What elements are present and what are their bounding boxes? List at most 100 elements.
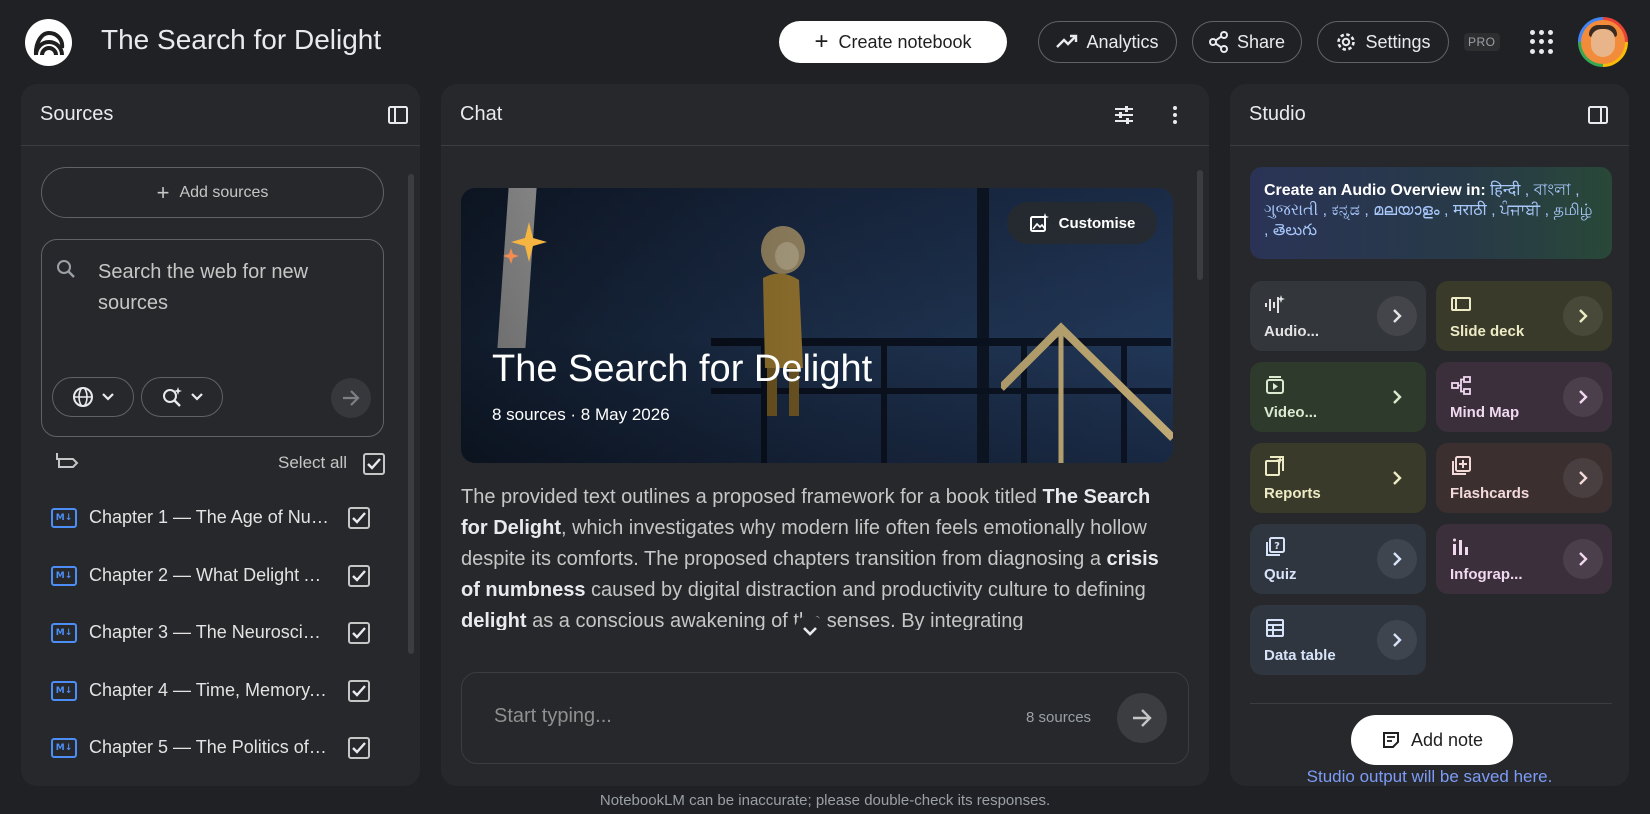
open-tile-button[interactable]: [1377, 296, 1417, 336]
source-label: Chapter 5 — The Politics of Delight: [89, 737, 329, 757]
chevron-right-icon: [1579, 471, 1588, 485]
notebooklm-logo-icon[interactable]: [25, 19, 72, 66]
source-checkbox[interactable]: [348, 679, 370, 702]
share-icon: [1208, 31, 1228, 53]
add-note-button[interactable]: Add note: [1351, 715, 1513, 765]
create-notebook-label: Create notebook: [838, 31, 972, 52]
scroll-down-button[interactable]: [794, 615, 826, 647]
studio-tile-flashcards[interactable]: Flashcards: [1436, 443, 1612, 513]
more-vert-icon[interactable]: [1164, 104, 1186, 126]
sparkle-icon: [503, 222, 547, 264]
globe-icon: [73, 387, 93, 407]
chat-header: Chat: [441, 84, 1209, 146]
check-icon: [352, 512, 366, 524]
check-icon: [352, 742, 366, 754]
settings-button[interactable]: Settings: [1317, 21, 1449, 63]
chat-scrollbar[interactable]: [1197, 170, 1203, 280]
source-item[interactable]: M↓ Chapter 5 — The Politics of Delight: [21, 722, 420, 780]
source-item[interactable]: M↓ Chapter 4 — Time, Memory, and Attenti…: [21, 665, 420, 723]
svg-text:?: ?: [1274, 541, 1280, 552]
source-checkbox[interactable]: [348, 737, 370, 759]
chevron-down-icon: [102, 393, 114, 401]
source-label: Chapter 3 — The Neuroscience of Delight: [89, 622, 329, 642]
open-tile-button[interactable]: [1377, 377, 1417, 417]
studio-tile-label: Audio...: [1264, 323, 1319, 340]
open-tile-button[interactable]: [1563, 539, 1603, 579]
customise-label: Customise: [1058, 214, 1136, 232]
sources-scrollbar[interactable]: [408, 174, 414, 654]
infographic-icon: [1453, 538, 1468, 555]
web-source-dropdown[interactable]: [52, 377, 134, 417]
share-button[interactable]: Share: [1192, 21, 1302, 63]
hero-title: The Search for Delight: [492, 348, 873, 390]
studio-tile-video[interactable]: Video...: [1250, 362, 1426, 432]
studio-tile-mindmap[interactable]: Mind Map: [1436, 362, 1612, 432]
open-tile-button[interactable]: [1563, 458, 1603, 498]
collapse-panel-icon[interactable]: [387, 104, 409, 126]
studio-saved-hint: Studio output will be saved here.: [1306, 767, 1553, 786]
chat-input[interactable]: Start typing...: [494, 705, 612, 728]
search-sparkle-icon: [163, 387, 182, 407]
studio-tile-infograp[interactable]: Infograp...: [1436, 524, 1612, 594]
source-checkbox[interactable]: [348, 622, 370, 644]
studio-tile-audio[interactable]: Audio...: [1250, 281, 1426, 351]
open-tile-button[interactable]: [1377, 539, 1417, 579]
share-label: Share: [1236, 31, 1286, 52]
chevron-right-icon: [1579, 390, 1588, 404]
add-sources-button[interactable]: + Add sources: [41, 167, 384, 218]
slides-icon: [1451, 297, 1471, 311]
studio-tile-slidedeck[interactable]: Slide deck: [1436, 281, 1612, 351]
select-all-checkbox[interactable]: [363, 453, 385, 475]
studio-panel: Studio Create an Audio Overview in: हिन्…: [1230, 84, 1629, 786]
open-tile-button[interactable]: [1377, 620, 1417, 660]
create-notebook-button[interactable]: + Create notebook: [779, 21, 1007, 63]
search-input[interactable]: Search the web for new sources: [98, 257, 358, 319]
source-checkbox[interactable]: [348, 507, 370, 529]
apps-grid-icon[interactable]: [1530, 30, 1554, 54]
open-tile-button[interactable]: [1563, 377, 1603, 417]
gear-icon: [1337, 33, 1356, 51]
studio-tile-reports[interactable]: Reports: [1250, 443, 1426, 513]
check-icon: [367, 458, 381, 470]
markdown-file-icon: M↓: [51, 508, 77, 528]
chat-composer[interactable]: Start typing... 8 sources: [461, 672, 1189, 764]
markdown-file-icon: M↓: [51, 623, 77, 643]
send-button[interactable]: [1117, 693, 1167, 743]
studio-tile-datatable[interactable]: Data table: [1250, 605, 1426, 675]
recent-sources-icon[interactable]: [53, 451, 79, 475]
source-item[interactable]: M↓ Chapter 2 — What Delight Actually Is: [21, 550, 420, 608]
chevron-right-icon: [1393, 309, 1402, 323]
chevron-right-icon: [1579, 309, 1588, 323]
collapse-panel-icon[interactable]: [1587, 104, 1609, 126]
analytics-button[interactable]: Analytics: [1038, 21, 1177, 63]
top-bar: The Search for Delight + Create notebook…: [0, 0, 1650, 84]
markdown-file-icon: M↓: [51, 565, 77, 586]
note-icon: [1382, 732, 1399, 748]
check-icon: [352, 627, 366, 639]
avatar[interactable]: [1578, 17, 1628, 67]
open-tile-button[interactable]: [1563, 296, 1603, 336]
chevron-right-icon: [1393, 633, 1402, 647]
studio-tile-quiz[interactable]: ? Quiz: [1250, 524, 1426, 594]
sources-header: Sources: [21, 84, 420, 146]
chat-title: Chat: [460, 103, 503, 125]
source-count-label: 8 sources: [1026, 709, 1092, 726]
add-note-label: Add note: [1410, 729, 1484, 750]
tune-settings-icon[interactable]: [1113, 104, 1135, 126]
search-submit-button[interactable]: [331, 378, 371, 418]
disclaimer-footer: NotebookLM can be inaccurate; please dou…: [599, 792, 1051, 809]
source-item[interactable]: M↓ Chapter 1 — The Age of Numbness: [21, 492, 420, 550]
customise-button[interactable]: Customise: [1007, 202, 1157, 244]
audio-overview-languages-banner[interactable]: Create an Audio Overview in: हिन्दी , বা…: [1250, 167, 1612, 259]
summary-text: The provided text outlines a proposed fr…: [461, 486, 1043, 508]
research-mode-dropdown[interactable]: [141, 377, 223, 417]
web-search-box[interactable]: Search the web for new sources: [41, 239, 384, 437]
summary-bold-text: delight: [461, 610, 527, 630]
studio-tile-label: Slide deck: [1450, 323, 1525, 340]
mind-map-icon: [1451, 376, 1471, 395]
open-tile-button[interactable]: [1377, 458, 1417, 498]
flashcards-icon: [1452, 456, 1471, 475]
notebook-title[interactable]: The Search for Delight: [101, 24, 381, 56]
source-item[interactable]: M↓ Chapter 3 — The Neuroscience of Delig…: [21, 607, 420, 665]
source-checkbox[interactable]: [348, 564, 370, 587]
